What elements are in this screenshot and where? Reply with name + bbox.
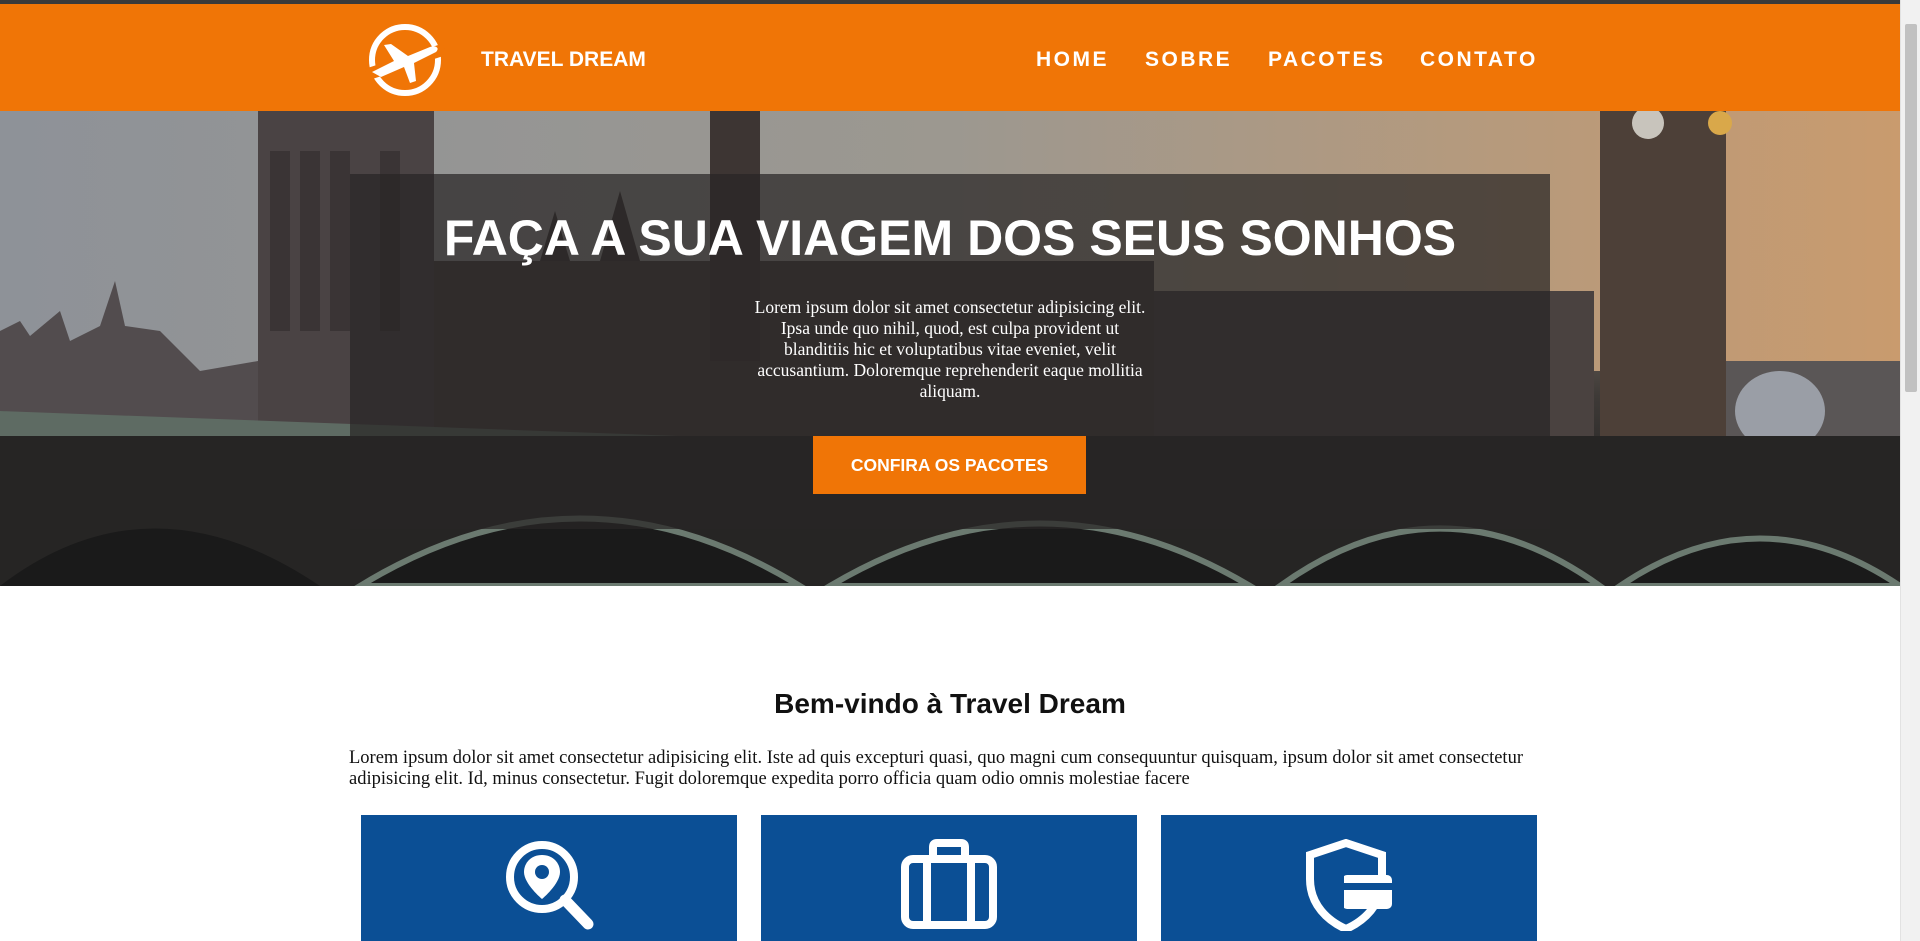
airplane-circle-icon[interactable] [364, 23, 447, 97]
hero-description: Lorem ipsum dolor sit amet consectetur a… [754, 297, 1146, 401]
hero-title: FAÇA A SUA VIAGEM DOS SEUS SONHOS [443, 210, 1457, 266]
welcome-title: Bem-vindo à Travel Dream [774, 688, 1126, 719]
confira-pacotes-button[interactable]: CONFIRA OS PACOTES [813, 436, 1086, 494]
hero-banner: FAÇA A SUA VIAGEM DOS SEUS SONHOS Lorem … [0, 111, 1900, 586]
scrollbar-thumb[interactable] [1905, 24, 1917, 392]
brand-name[interactable]: TRAVEL DREAM [481, 48, 646, 72]
nav-home[interactable]: HOME [1036, 48, 1109, 72]
welcome-text: Lorem ipsum dolor sit amet consectetur a… [349, 748, 1523, 789]
feature-card-destinations[interactable] [361, 815, 737, 941]
nav-contato[interactable]: CONTATO [1420, 48, 1538, 72]
location-search-icon [504, 839, 594, 936]
feature-card-security[interactable] [1161, 815, 1537, 941]
nav-sobre[interactable]: SOBRE [1145, 48, 1232, 72]
nav-pacotes[interactable]: PACOTES [1268, 48, 1385, 72]
shield-card-icon [1302, 838, 1396, 936]
briefcase-icon [899, 839, 999, 936]
site-header: TRAVEL DREAM HOME SOBRE PACOTES CONTATO [0, 4, 1900, 111]
page-scrollbar[interactable] [1900, 0, 1920, 941]
feature-card-packages[interactable] [761, 815, 1137, 941]
